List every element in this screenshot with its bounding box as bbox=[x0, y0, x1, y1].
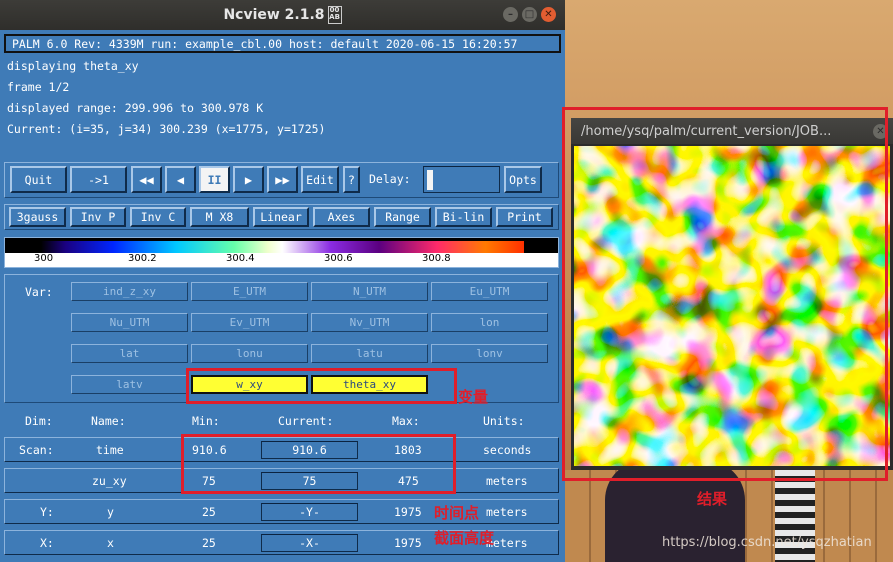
var-button-n-utm[interactable]: N_UTM bbox=[311, 282, 428, 301]
colorbar-tick-label: 300.6 bbox=[324, 253, 353, 264]
annotation-box-result bbox=[562, 107, 888, 481]
delay-slider-handle[interactable] bbox=[427, 169, 433, 190]
toolbar-3gauss-button[interactable]: 3gauss bbox=[9, 207, 66, 227]
dims-header-min: Min: bbox=[192, 414, 220, 428]
var-button-nu-utm[interactable]: Nu_UTM bbox=[71, 313, 188, 332]
dim-min: 25 bbox=[202, 505, 216, 519]
colorbar-gradient bbox=[41, 241, 524, 253]
colorbar-tick-label: 300.4 bbox=[226, 253, 255, 264]
var-button-ev-utm[interactable]: Ev_UTM bbox=[191, 313, 308, 332]
var-button-lonv[interactable]: lonv bbox=[431, 344, 548, 363]
colorbar-tick-label: 300.2 bbox=[128, 253, 157, 264]
dim-current-field[interactable]: -X- bbox=[261, 534, 358, 552]
run-info-banner: PALM 6.0 Rev: 4339M run: example_cbl.00 … bbox=[4, 34, 561, 53]
toolbar-inv-p-button[interactable]: Inv P bbox=[70, 207, 126, 227]
dim-name: y bbox=[107, 505, 114, 519]
var-button-e-utm[interactable]: E_UTM bbox=[191, 282, 308, 301]
annotation-result: 结果 bbox=[697, 490, 728, 508]
step-back-icon[interactable]: ◀ bbox=[165, 166, 196, 193]
opts-button[interactable]: Opts bbox=[504, 166, 542, 193]
dim-name: x bbox=[107, 536, 114, 550]
toolbar-linear-button[interactable]: Linear bbox=[253, 207, 309, 227]
close-icon[interactable]: ✕ bbox=[541, 7, 556, 22]
displaying-label: displaying theta_xy bbox=[7, 59, 139, 73]
dims-header-dim: Dim: bbox=[25, 414, 53, 428]
toolbar-print-button[interactable]: Print bbox=[496, 207, 553, 227]
dim-min: 25 bbox=[202, 536, 216, 550]
var-button-ind-z-xy[interactable]: ind_z_xy bbox=[71, 282, 188, 301]
toolbar-inv-c-button[interactable]: Inv C bbox=[130, 207, 186, 227]
dim-units: meters bbox=[486, 474, 528, 488]
step-button[interactable]: ->1 bbox=[70, 166, 127, 193]
toolbar-axes-button[interactable]: Axes bbox=[313, 207, 370, 227]
dims-header-max: Max: bbox=[392, 414, 420, 428]
current-value-label: Current: (i=35, j=34) 300.239 (x=1775, y… bbox=[7, 122, 326, 136]
dim-label: Y: bbox=[40, 505, 54, 519]
ncview-icon: 00 AB bbox=[327, 6, 342, 24]
minimize-icon[interactable]: – bbox=[503, 7, 518, 22]
annotation-time-point: 时间点 bbox=[434, 504, 480, 522]
watermark: https://blog.csdn.net/ysqzhatian bbox=[662, 535, 872, 550]
colorbar[interactable]: 300 300.2 300.4 300.6 300.8 bbox=[4, 237, 559, 268]
annotation-box-dims bbox=[181, 434, 456, 494]
colorbar-tick-label: 300 bbox=[34, 253, 54, 264]
dim-label: X: bbox=[40, 536, 54, 550]
annotation-variable: 变量 bbox=[458, 388, 489, 406]
dim-units: seconds bbox=[483, 443, 532, 457]
dim-max: 1975 bbox=[394, 505, 422, 519]
annotation-box-variable bbox=[186, 368, 457, 404]
window-title: Ncview 2.1.8 bbox=[223, 7, 325, 23]
toolbar-range-button[interactable]: Range bbox=[374, 207, 431, 227]
range-label: displayed range: 299.996 to 300.978 K bbox=[7, 101, 264, 115]
dims-header-units: Units: bbox=[483, 414, 525, 428]
colorbar-tick-strip: 300 300.2 300.4 300.6 300.8 bbox=[5, 253, 558, 267]
pause-icon[interactable]: II bbox=[199, 166, 230, 193]
delay-label: Delay: bbox=[369, 172, 411, 186]
toolbar-bilin-button[interactable]: Bi-lin bbox=[435, 207, 492, 227]
var-button-eu-utm[interactable]: Eu_UTM bbox=[431, 282, 548, 301]
var-button-lat[interactable]: lat bbox=[71, 344, 188, 363]
toolbar-magnify-button[interactable]: M X8 bbox=[190, 207, 249, 227]
var-button-latu[interactable]: latu bbox=[311, 344, 428, 363]
edit-button[interactable]: Edit bbox=[301, 166, 339, 193]
step-forward-icon[interactable]: ▶ bbox=[233, 166, 264, 193]
annotation-section-height: 截面高度 bbox=[434, 529, 495, 547]
dim-units: meters bbox=[486, 505, 528, 519]
title-bar[interactable]: Ncview 2.1.8 00 AB – □ ✕ bbox=[0, 0, 565, 30]
colorbar-tick-label: 300.8 bbox=[422, 253, 451, 264]
rewind-icon[interactable]: ◀◀ bbox=[131, 166, 162, 193]
frame-label: frame 1/2 bbox=[7, 80, 70, 94]
help-button[interactable]: ? bbox=[343, 166, 360, 193]
var-button-lon[interactable]: lon bbox=[431, 313, 548, 332]
fast-forward-icon[interactable]: ▶▶ bbox=[267, 166, 298, 193]
dim-name: zu_xy bbox=[92, 474, 127, 488]
dim-label: Scan: bbox=[19, 443, 54, 457]
var-label: Var: bbox=[25, 285, 53, 299]
quit-button[interactable]: Quit bbox=[10, 166, 67, 193]
dims-header-name: Name: bbox=[91, 414, 126, 428]
dims-header-current: Current: bbox=[278, 414, 334, 428]
dim-name: time bbox=[96, 443, 124, 457]
delay-slider[interactable] bbox=[423, 166, 500, 193]
maximize-icon[interactable]: □ bbox=[522, 7, 537, 22]
var-button-nv-utm[interactable]: Nv_UTM bbox=[311, 313, 428, 332]
var-button-latv[interactable]: latv bbox=[71, 375, 188, 394]
dim-max: 1975 bbox=[394, 536, 422, 550]
var-button-lonu[interactable]: lonu bbox=[191, 344, 308, 363]
dim-current-field[interactable]: -Y- bbox=[261, 503, 358, 521]
